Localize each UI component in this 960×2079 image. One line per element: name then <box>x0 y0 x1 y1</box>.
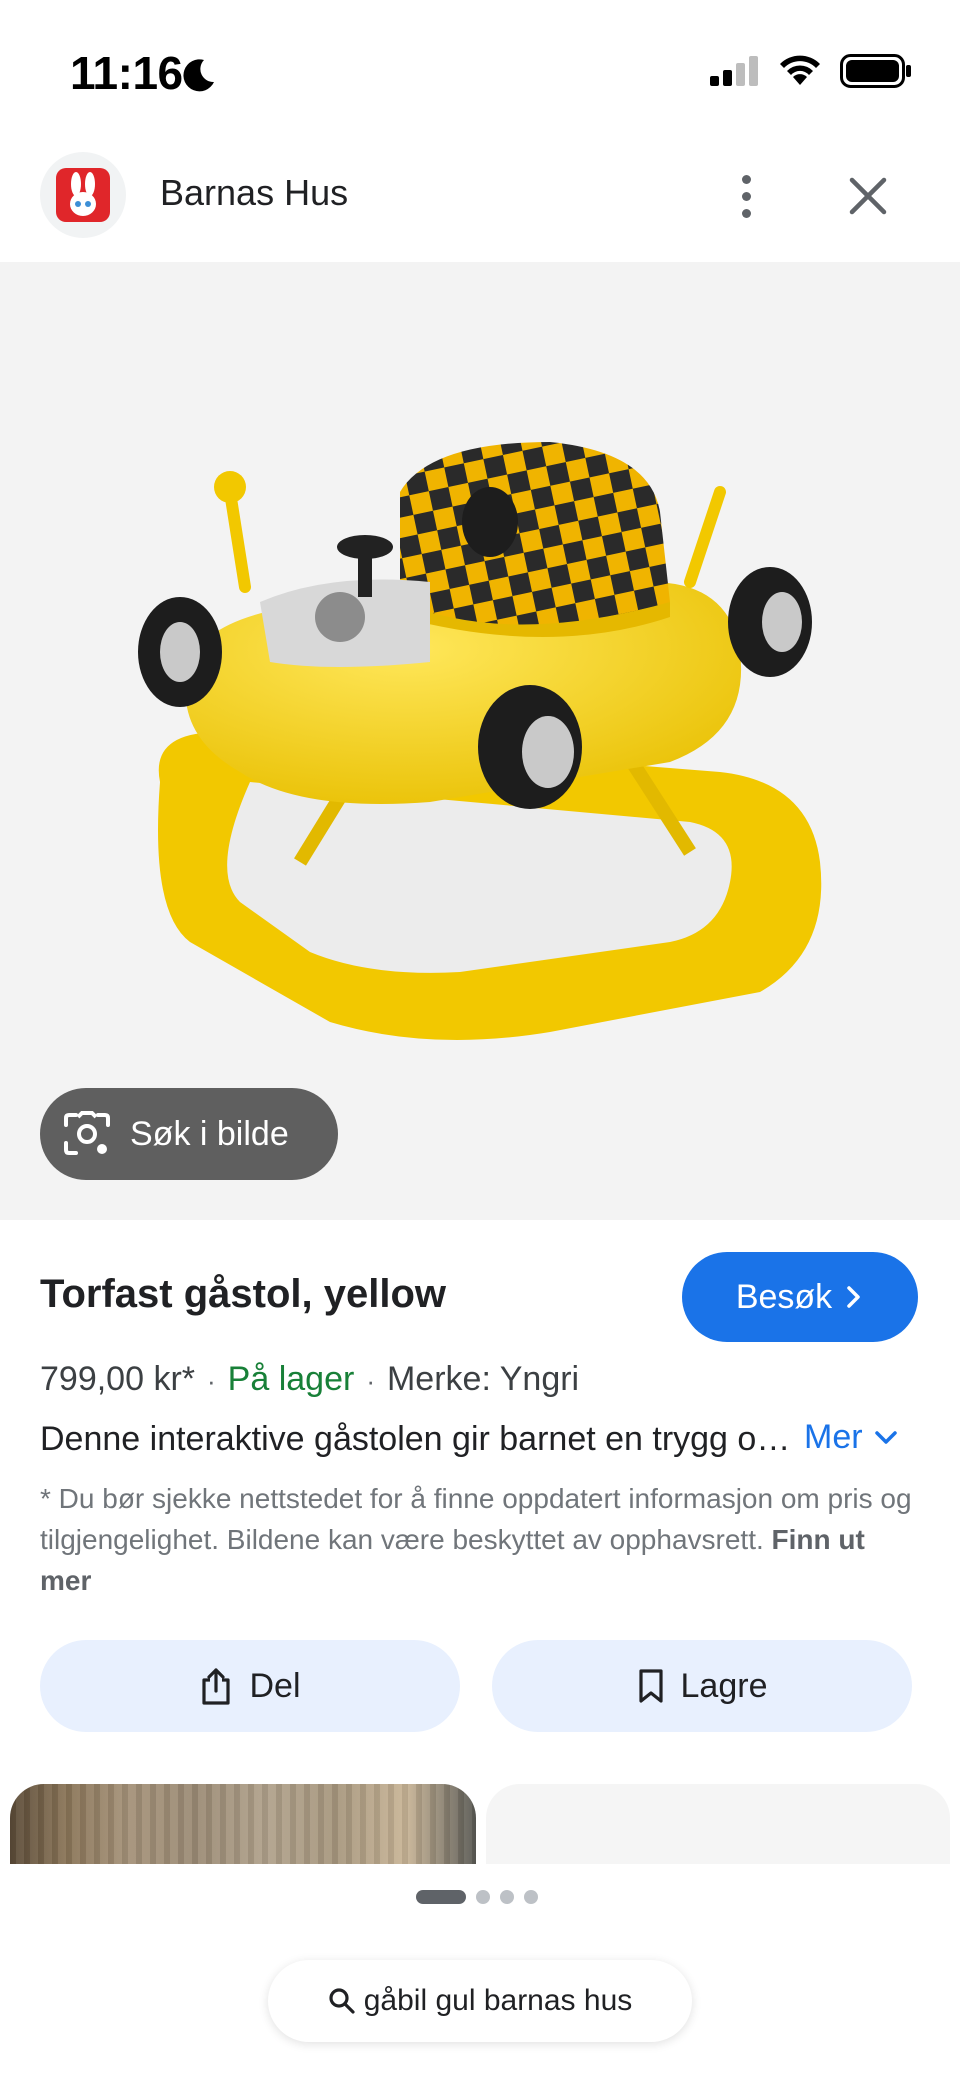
page-indicator-active <box>416 1890 466 1904</box>
bottom-sheet: gåbil gul barnas hus <box>0 1864 960 2079</box>
product-description: Denne interaktive gåstolen gir barnet en… <box>40 1420 800 1458</box>
close-icon[interactable] <box>842 170 894 222</box>
battery-icon <box>840 54 911 88</box>
search-icon <box>329 1988 355 2014</box>
product-title[interactable]: Torfast gåstol, yellow <box>40 1272 446 1317</box>
product-brand: Merke: Yngri <box>386 1360 580 1398</box>
search-query: gåbil gul barnas hus <box>363 1984 633 2017</box>
share-button[interactable]: Del <box>40 1640 460 1732</box>
visit-button[interactable]: Besøk <box>682 1252 918 1342</box>
visit-label: Besøk <box>735 1277 833 1316</box>
product-meta: 799,00 kr* · På lager · Merke: Yngri <box>40 1360 579 1399</box>
search-in-image-button[interactable]: Søk i bilde <box>40 1088 338 1180</box>
more-vert-icon[interactable] <box>722 164 770 228</box>
page-indicator <box>416 1890 538 1904</box>
chevron-down-icon <box>874 1430 897 1444</box>
wifi-icon <box>780 55 820 85</box>
save-button[interactable]: Lagre <box>492 1640 912 1732</box>
stock-status: På lager <box>227 1360 355 1398</box>
save-label: Lagre <box>680 1666 768 1705</box>
more-button[interactable]: Mer <box>804 1418 899 1457</box>
disclaimer: * Du bør sjekke nettstedet for å finne o… <box>40 1478 920 1601</box>
result-header: Barnas Hus <box>0 140 960 262</box>
status-bar: 11:16 <box>0 0 960 140</box>
cellular-signal-icon <box>710 56 758 86</box>
page-indicator-dot <box>524 1890 538 1904</box>
share-icon <box>202 1668 231 1705</box>
chevron-right-icon <box>847 1286 860 1308</box>
site-name[interactable]: Barnas Hus <box>160 172 348 214</box>
separator: · <box>207 1366 216 1396</box>
barnas-hus-logo <box>70 172 96 216</box>
product-image-area[interactable]: Søk i bilde <box>0 262 960 1220</box>
bookmark-icon <box>638 1669 663 1703</box>
related-image-card[interactable] <box>10 1784 476 1864</box>
related-image-card[interactable] <box>486 1784 950 1864</box>
more-label: Mer <box>804 1418 863 1456</box>
status-time: 11:16 <box>70 47 183 99</box>
page-indicator-dot <box>500 1890 514 1904</box>
product-image <box>138 442 822 1040</box>
product-description-row: Denne interaktive gåstolen gir barnet en… <box>40 1420 920 1459</box>
google-lens-icon <box>64 1111 110 1155</box>
search-in-image-label: Søk i bilde <box>130 1114 289 1153</box>
page-indicator-dot <box>476 1890 490 1904</box>
moon-icon <box>183 59 214 92</box>
product-price: 799,00 kr* <box>40 1360 195 1398</box>
share-label: Del <box>249 1666 301 1705</box>
search-query-pill[interactable]: gåbil gul barnas hus <box>268 1960 692 2042</box>
separator: · <box>366 1366 375 1396</box>
site-logo[interactable] <box>40 152 126 238</box>
